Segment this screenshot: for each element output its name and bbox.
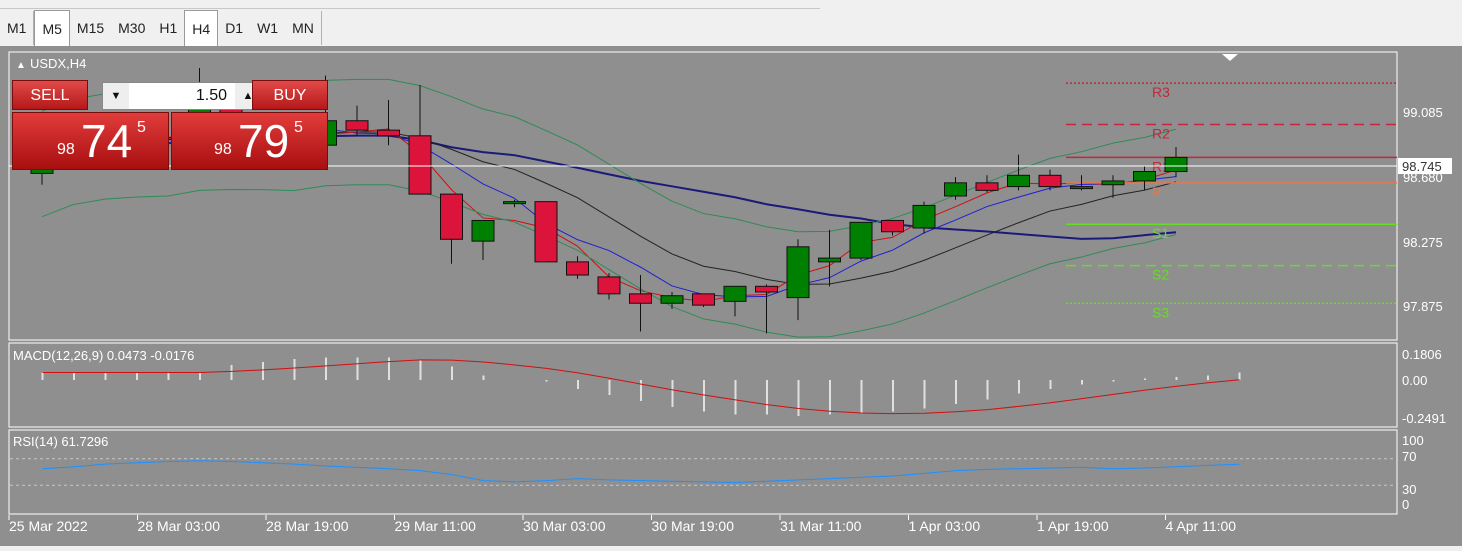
macd-tick: 0.00 bbox=[1402, 373, 1427, 388]
sell-price-pips: 74 bbox=[81, 115, 133, 167]
macd-tick: -0.2491 bbox=[1402, 411, 1446, 426]
candle-body bbox=[944, 182, 967, 197]
price-tick: 99.085 bbox=[1403, 105, 1443, 120]
candle-body bbox=[471, 219, 495, 242]
timeframe-m1-button[interactable]: M1 bbox=[0, 10, 33, 46]
time-tick-label: 28 Mar 19:00 bbox=[266, 518, 349, 534]
timeframe-d1-button[interactable]: D1 bbox=[218, 10, 250, 46]
candle-body bbox=[1007, 174, 1030, 188]
candle-body bbox=[345, 120, 369, 131]
candle-body bbox=[1133, 171, 1156, 182]
rsi-tick: 70 bbox=[1402, 449, 1416, 464]
macd-tick: 0.1806 bbox=[1402, 347, 1442, 362]
candle-body bbox=[1164, 156, 1188, 173]
time-tick-label: 30 Mar 03:00 bbox=[523, 518, 606, 534]
buy-price-prefix: 98 bbox=[214, 141, 232, 158]
candle-body bbox=[440, 193, 463, 240]
candle-body bbox=[1038, 174, 1062, 188]
collapse-triangle-icon: ▲ bbox=[16, 60, 26, 71]
price-tick: 98.275 bbox=[1403, 235, 1443, 250]
sell-price-fraction: 5 bbox=[137, 119, 146, 136]
candle-body bbox=[597, 276, 621, 295]
candle-body bbox=[786, 246, 810, 299]
rsi-label: RSI(14) 61.7296 bbox=[13, 434, 108, 449]
timeframe-h4-button[interactable]: H4 bbox=[184, 10, 219, 46]
candle-body bbox=[503, 201, 526, 205]
candle-body bbox=[534, 201, 558, 263]
time-tick-label: 1 Apr 03:00 bbox=[909, 518, 981, 534]
timeframe-m5-button[interactable]: M5 bbox=[34, 10, 70, 46]
candle-body bbox=[1101, 180, 1125, 186]
candle-body bbox=[755, 285, 778, 293]
pivot-label-r2: R2 bbox=[1152, 126, 1170, 142]
sell-button[interactable]: SELL bbox=[12, 80, 88, 110]
timeframe-w1-button[interactable]: W1 bbox=[250, 10, 285, 46]
candle-body bbox=[975, 182, 999, 191]
time-tick-label: 25 Mar 2022 bbox=[9, 518, 88, 534]
one-click-trading-panel: SELL ▼ 1.50 ▲ BUY 98 74 5 98 79 5 bbox=[12, 80, 328, 170]
rsi-tick: 100 bbox=[1402, 433, 1424, 448]
timeframe-mn-button[interactable]: MN bbox=[285, 10, 321, 46]
macd-label: MACD(12,26,9) 0.0473 -0.0176 bbox=[13, 348, 194, 363]
price-tick: 98.680 bbox=[1403, 170, 1443, 185]
sell-price-quote[interactable]: 98 74 5 bbox=[12, 112, 169, 170]
lot-value: 1.50 bbox=[195, 87, 227, 104]
candle-body bbox=[723, 285, 747, 302]
candle-body bbox=[377, 129, 400, 137]
pivot-label-r3: R3 bbox=[1152, 84, 1170, 100]
timeframe-m15-button[interactable]: M15 bbox=[70, 10, 111, 46]
pivot-label-s3: S3 bbox=[1152, 304, 1169, 320]
lot-size-input[interactable]: ▼ 1.50 ▲ bbox=[102, 82, 262, 110]
pivot-label-s2: S2 bbox=[1152, 267, 1169, 283]
timeframe-toolbar: M1 M5 M15 M30 H1 H4 D1 W1 MN bbox=[0, 10, 322, 46]
buy-price-pips: 79 bbox=[238, 115, 290, 167]
candle-body bbox=[912, 204, 936, 229]
rsi-tick: 30 bbox=[1402, 482, 1416, 497]
main-toolbar bbox=[0, 0, 820, 9]
candle-body bbox=[1070, 186, 1093, 190]
time-tick-label: 30 Mar 19:00 bbox=[652, 518, 735, 534]
time-tick-label: 4 Apr 11:00 bbox=[1166, 518, 1237, 534]
candle-body bbox=[881, 219, 904, 233]
candle-body bbox=[566, 261, 589, 276]
price-tick: 97.875 bbox=[1403, 299, 1443, 314]
timeframe-m30-button[interactable]: M30 bbox=[111, 10, 152, 46]
symbol-label: USDX,H4 bbox=[30, 56, 86, 71]
pivot-label-p: P bbox=[1152, 184, 1161, 200]
rsi-tick: 0 bbox=[1402, 497, 1409, 512]
candle-body bbox=[818, 257, 841, 263]
toolbar-divider bbox=[320, 11, 322, 45]
time-tick-label: 1 Apr 19:00 bbox=[1037, 518, 1109, 534]
time-tick-label: 28 Mar 03:00 bbox=[138, 518, 221, 534]
buy-price-fraction: 5 bbox=[294, 119, 303, 136]
lot-decrease-icon[interactable]: ▼ bbox=[103, 83, 129, 109]
sell-price-prefix: 98 bbox=[57, 141, 75, 158]
candle-body bbox=[692, 293, 715, 306]
candle-body bbox=[660, 295, 684, 304]
candle-body bbox=[408, 135, 432, 195]
time-tick-label: 31 Mar 11:00 bbox=[780, 518, 862, 534]
time-tick-label: 29 Mar 11:00 bbox=[395, 518, 477, 534]
timeframe-h1-button[interactable]: H1 bbox=[152, 10, 184, 46]
buy-button[interactable]: BUY bbox=[252, 80, 328, 110]
buy-price-quote[interactable]: 98 79 5 bbox=[171, 112, 328, 170]
candle-body bbox=[629, 293, 652, 304]
pivot-label-s1: S1 bbox=[1152, 225, 1169, 241]
candle-body bbox=[849, 221, 873, 259]
